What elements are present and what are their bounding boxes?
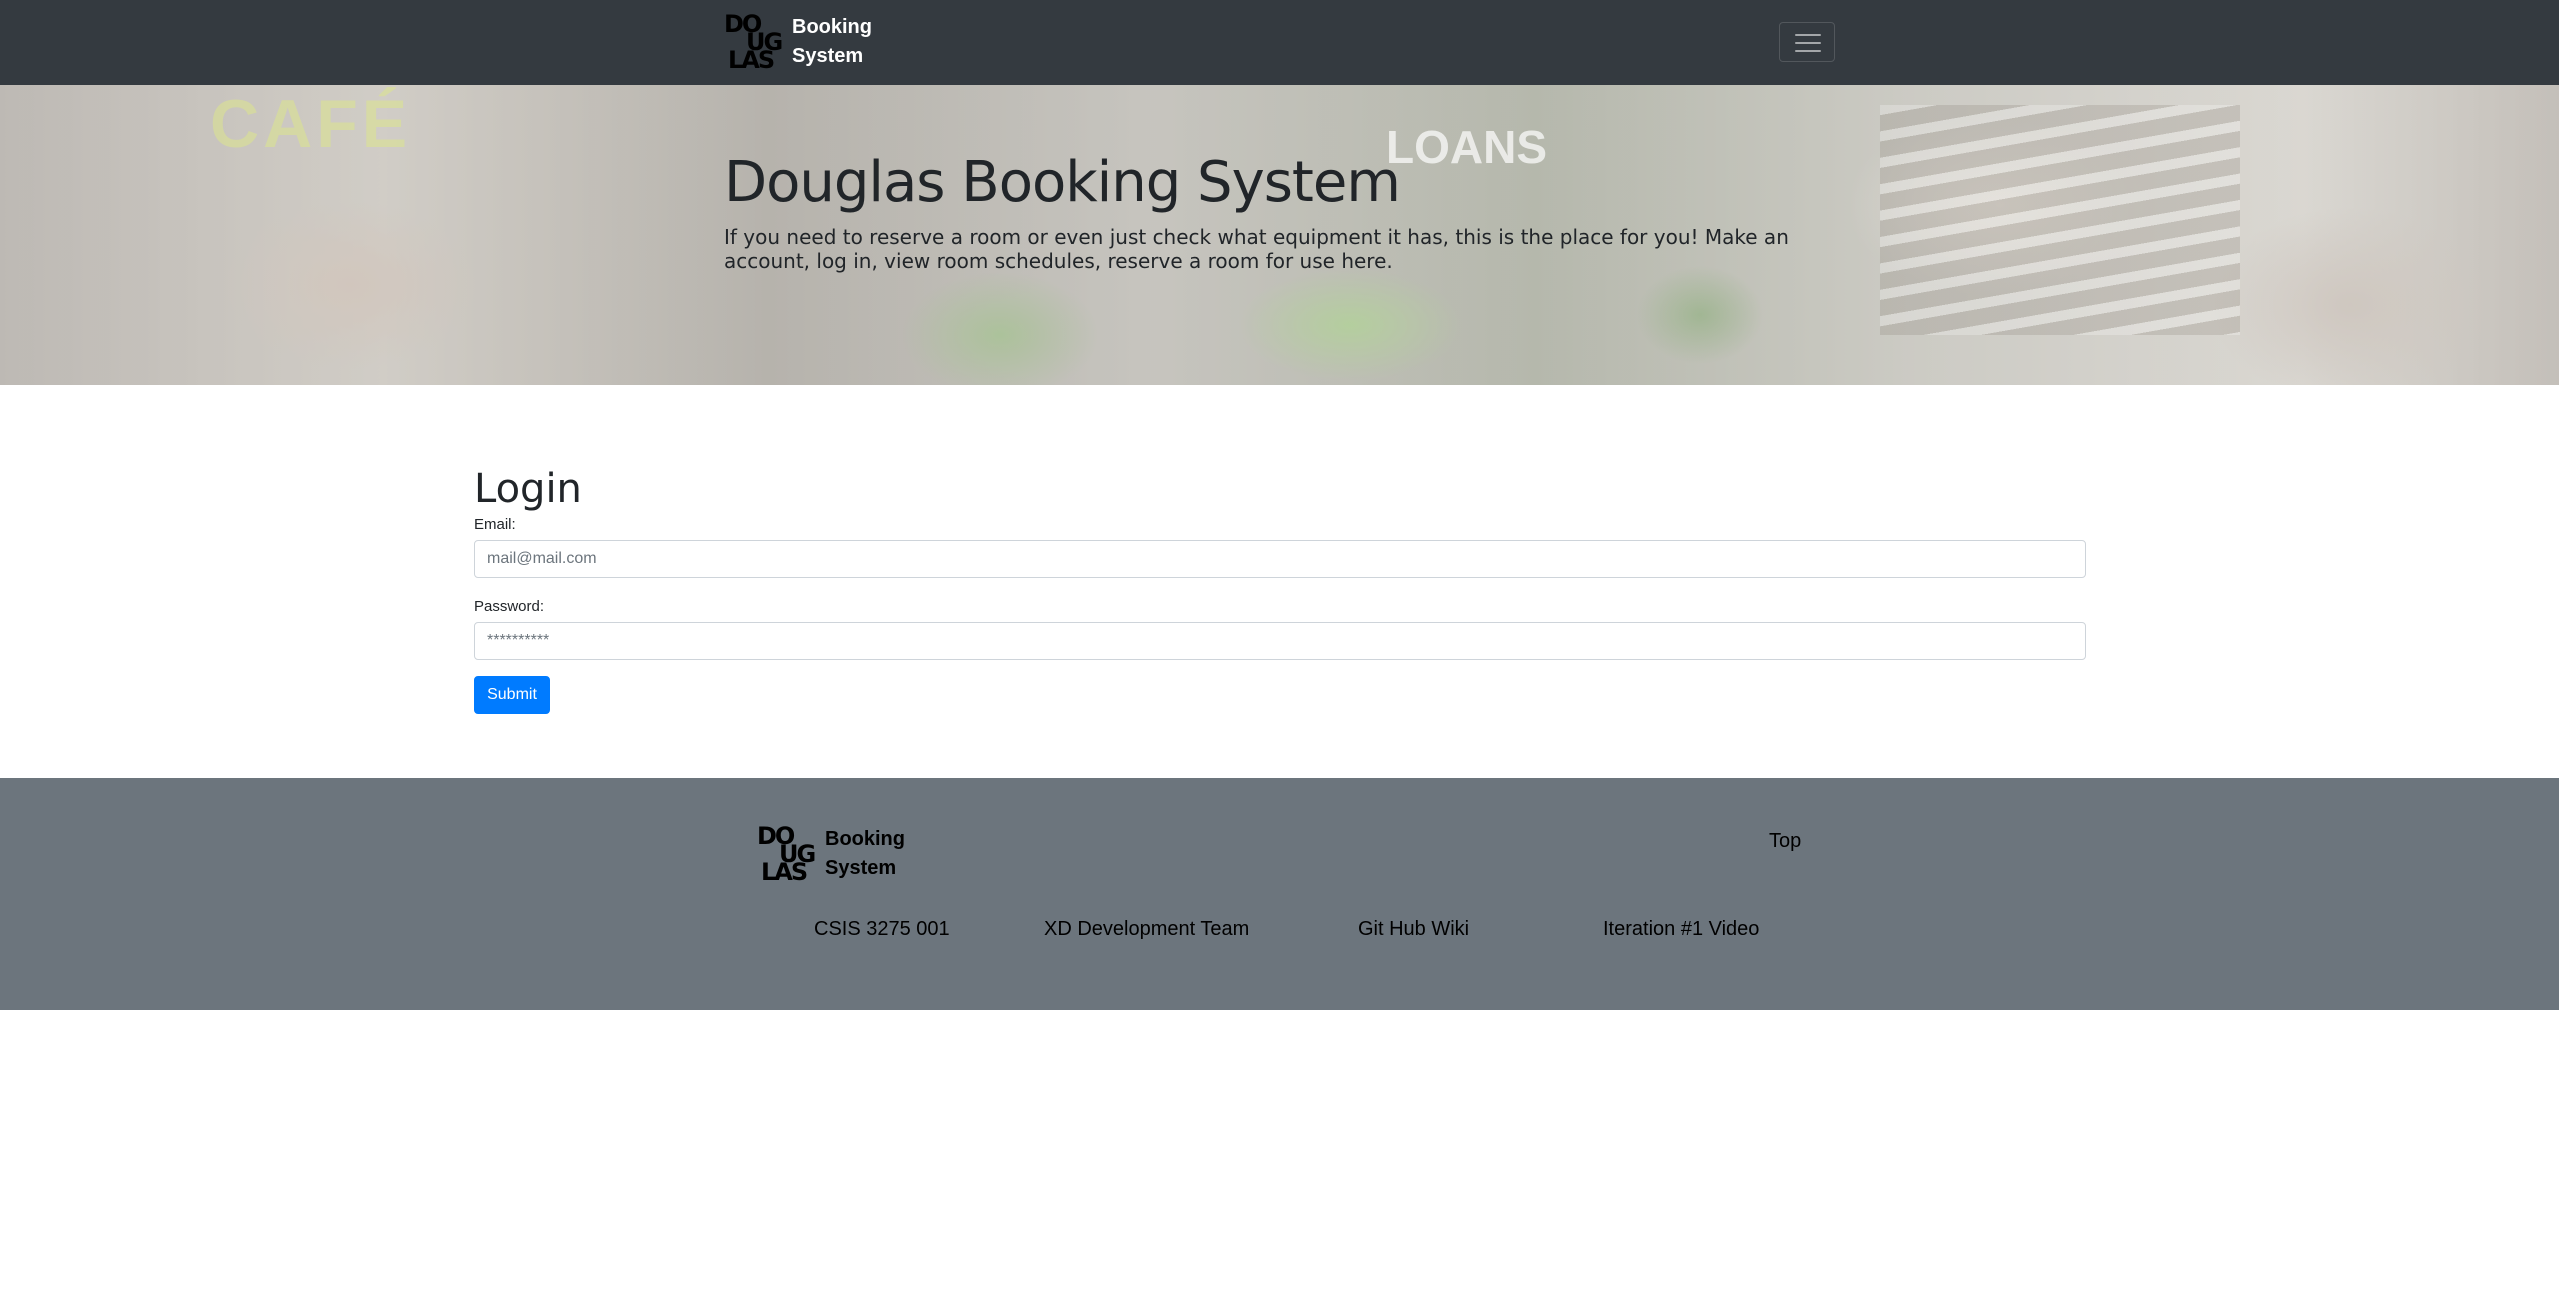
login-section: Login Email: Password: Submit — [474, 465, 2086, 714]
password-field[interactable] — [474, 622, 2086, 660]
footer-brand-text: Booking System — [825, 825, 925, 883]
top-navbar: DO UG LAS Booking System — [0, 0, 2559, 85]
footer-link-video[interactable]: Iteration #1 Video — [1603, 918, 1759, 941]
brand-line-1: Booking — [792, 16, 872, 38]
brand-line-2: System — [792, 45, 864, 67]
navbar-toggle-button[interactable] — [1779, 22, 1835, 62]
douglas-logo: DO UG LAS — [757, 822, 816, 886]
footer-brand-line-2: System — [825, 857, 897, 879]
footer: DO UG LAS Booking System Top CSIS 3275 0… — [0, 778, 2559, 1010]
login-heading: Login — [474, 466, 582, 512]
footer-link-wiki[interactable]: Git Hub Wiki — [1358, 918, 1469, 941]
footer-links: CSIS 3275 001 XD Development Team Git Hu… — [0, 918, 2559, 948]
footer-brand-line-1: Booking — [825, 828, 905, 850]
submit-button[interactable]: Submit — [474, 676, 550, 714]
footer-brand[interactable]: DO UG LAS Booking System — [757, 822, 925, 886]
footer-link-course[interactable]: CSIS 3275 001 — [814, 918, 950, 941]
douglas-logo: DO UG LAS — [724, 10, 783, 74]
navbar-brand[interactable]: DO UG LAS Booking System — [724, 10, 892, 74]
hamburger-icon — [1795, 50, 1821, 52]
password-label: Password: — [474, 598, 545, 615]
hero-jumbotron: CAFÉ LOANS Douglas Booking System If you… — [0, 85, 2559, 385]
background-cafe-sign: CAFÉ — [210, 86, 412, 162]
login-form: Email: Password: Submit — [474, 516, 2086, 714]
hero-title: Douglas Booking System — [724, 150, 1401, 215]
email-field[interactable] — [474, 540, 2086, 578]
background-loans-sign: LOANS — [1386, 121, 1547, 173]
hero-lead: If you need to reserve a room or even ju… — [724, 225, 1789, 273]
top-link[interactable]: Top — [1769, 830, 1801, 853]
hamburger-icon — [1795, 42, 1821, 44]
brand-text: Booking System — [792, 13, 892, 71]
footer-link-team[interactable]: XD Development Team — [1044, 918, 1249, 941]
hamburger-icon — [1795, 34, 1821, 36]
background-stairs — [1880, 105, 2240, 335]
email-label: Email: — [474, 516, 516, 533]
